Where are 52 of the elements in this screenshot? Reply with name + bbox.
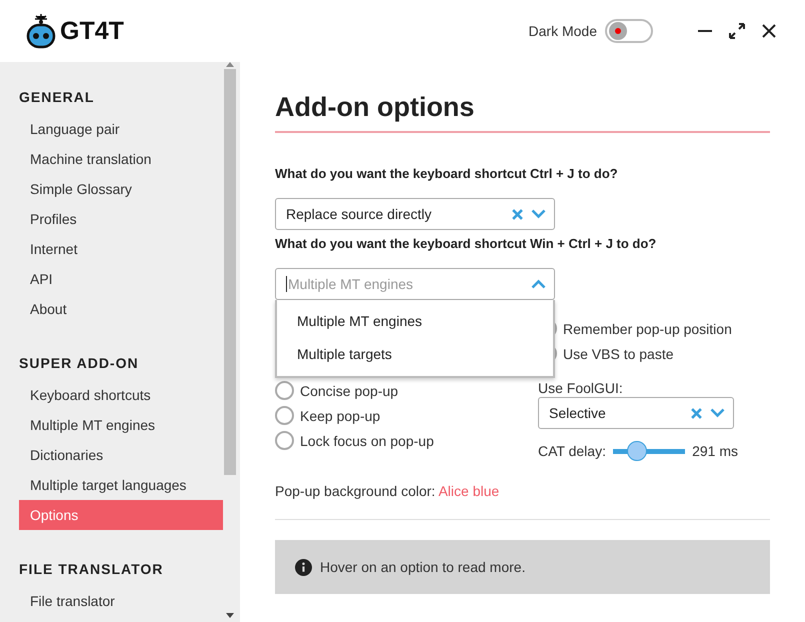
sidebar-item[interactable]: Simple Glossary	[19, 174, 223, 204]
sidebar-item[interactable]: Multiple MT engines	[19, 410, 223, 440]
option-label: Keep pop-up	[300, 408, 380, 424]
foolgui-select[interactable]: Selective	[538, 397, 734, 429]
sidebar-item[interactable]: Language pair	[19, 114, 223, 144]
dot-icon	[615, 28, 621, 34]
section-heading: GENERAL	[19, 88, 96, 107]
color-label: Pop-up background color:	[275, 483, 436, 499]
option-label: Lock focus on pop-up	[300, 432, 434, 448]
dark-mode-toggle[interactable]	[605, 19, 653, 43]
clear-icon[interactable]	[691, 408, 702, 418]
menu-option[interactable]: Multiple targets	[277, 337, 553, 370]
option-label: Concise pop-up	[300, 382, 398, 398]
question-label: What do you want the keyboard shortcut Win + Ctrl + J to do?	[275, 236, 658, 251]
sidebar-item[interactable]: Internet	[19, 234, 223, 264]
chevron-down-icon[interactable]	[710, 408, 725, 418]
slider-thumb[interactable]	[627, 441, 648, 461]
minimize-icon	[697, 30, 713, 32]
chevron-up-icon[interactable]	[531, 279, 546, 289]
clear-icon[interactable]	[512, 208, 523, 220]
scroll-down-icon[interactable]	[226, 613, 234, 618]
option-label: Use VBS to paste	[563, 346, 674, 362]
radio-button[interactable]	[275, 431, 294, 450]
sidebar-item[interactable]: Machine translation	[19, 144, 223, 174]
page-title: Add-on options	[275, 92, 770, 133]
scroll-up-icon[interactable]	[226, 62, 234, 67]
cat-delay-label: CAT delay:	[538, 443, 606, 459]
menu-option[interactable]: Multiple MT engines	[277, 304, 553, 337]
logo-text: GT4T	[60, 16, 124, 46]
dark-mode-label: Dark Mode	[528, 23, 597, 39]
foolgui-label: Use FoolGUI:	[538, 380, 624, 396]
option-label: Remember pop-up position	[563, 320, 732, 336]
robot-logo-icon	[26, 12, 56, 50]
sidebar-item[interactable]: Multiple target languages	[19, 470, 223, 500]
radio-button[interactable]	[275, 406, 294, 425]
info-text: Hover on an option to read more.	[320, 559, 526, 575]
sidebar-item[interactable]: Dictionaries	[19, 440, 223, 470]
action-select[interactable]: Replace source directly	[275, 198, 555, 230]
sidebar-item[interactable]: File translator	[19, 586, 223, 616]
section-heading: SUPER ADD-ON	[19, 354, 140, 373]
scrollbar-thumb[interactable]	[224, 69, 236, 475]
section-heading: FILE TRANSLATOR	[19, 560, 164, 579]
maximize-button[interactable]	[727, 21, 747, 41]
chevron-down-icon[interactable]	[531, 209, 546, 219]
question-label: What do you want the keyboard shortcut Ctrl + J to do?	[275, 166, 619, 181]
sidebar-item[interactable]: API	[19, 264, 223, 294]
sidebar-item[interactable]: About	[19, 294, 223, 324]
sidebar-item[interactable]: Keyboard shortcuts	[19, 380, 223, 410]
delay-reading: 291 ms	[692, 443, 738, 459]
sidebar-item[interactable]: Profiles	[19, 204, 223, 234]
info-icon	[295, 558, 312, 576]
radio-button[interactable]	[275, 381, 294, 400]
